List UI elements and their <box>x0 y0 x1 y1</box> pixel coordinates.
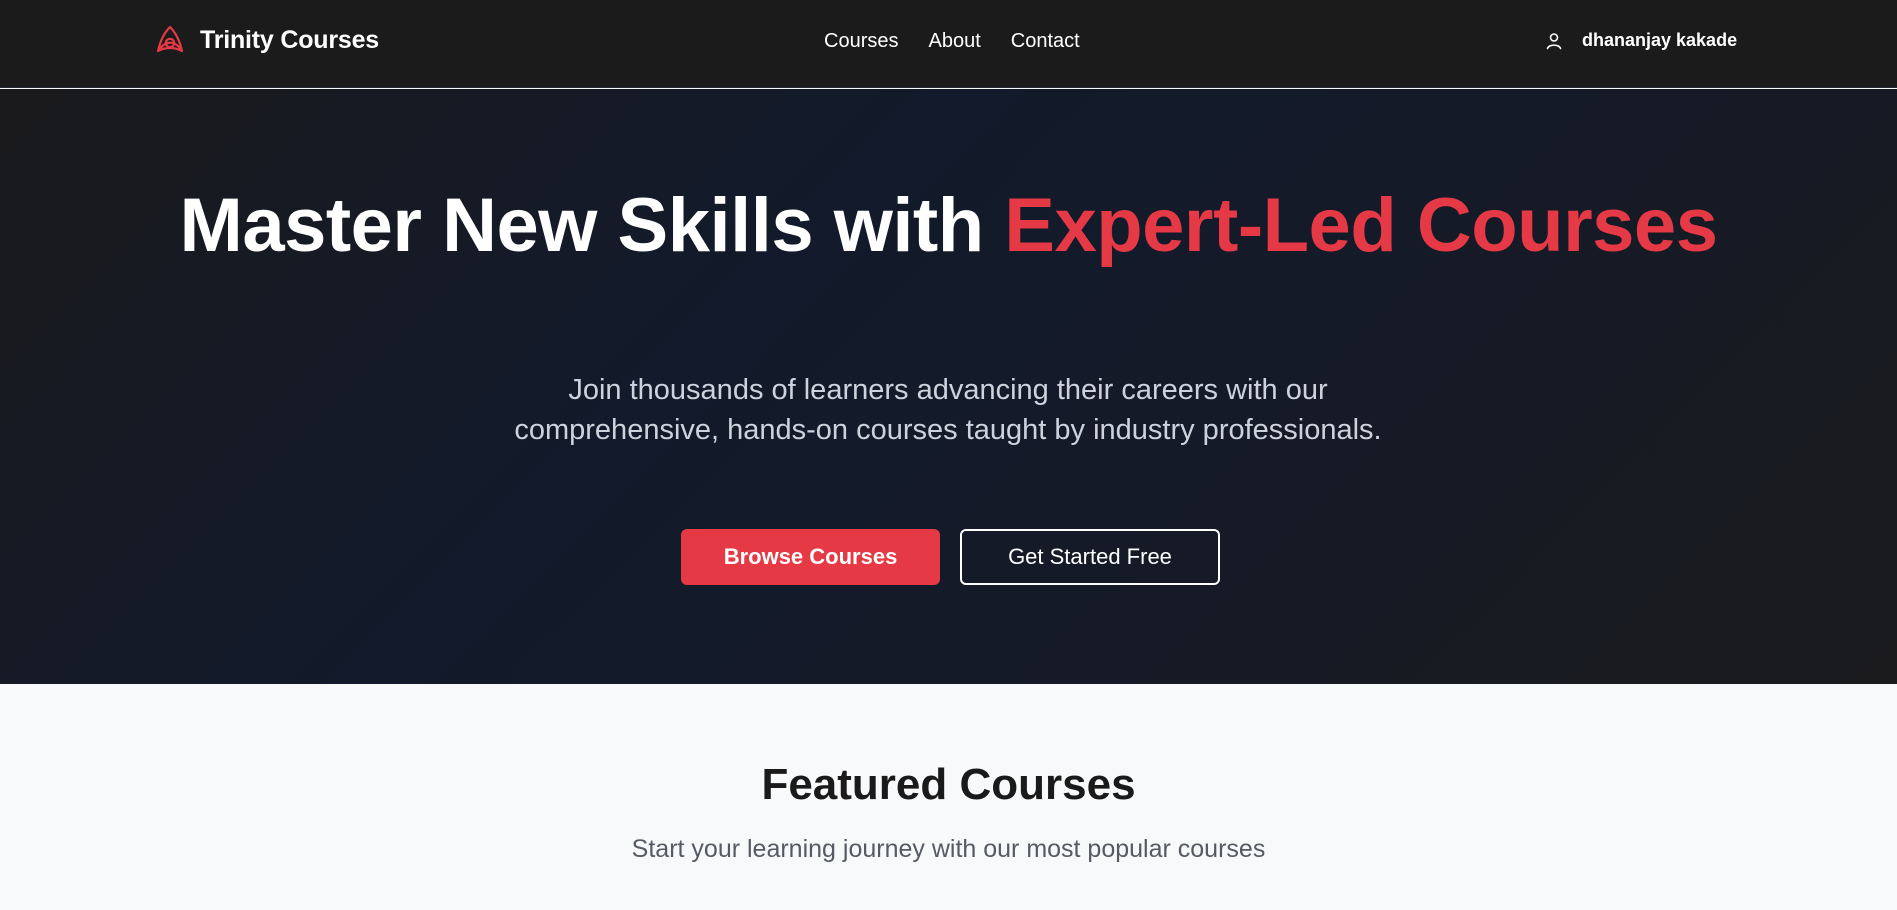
brand-name: Trinity Courses <box>200 25 379 54</box>
hero-title-main: Master New Skills with <box>179 183 1005 268</box>
hero-title: Master New Skills with Expert-Led Course… <box>0 187 1897 265</box>
nav-link-contact[interactable]: Contact <box>1011 30 1080 53</box>
triquetra-logo-icon <box>156 25 184 53</box>
brand-link[interactable]: Trinity Courses <box>154 24 379 56</box>
user-menu[interactable]: dhananjay kakade <box>1544 30 1737 51</box>
get-started-free-button[interactable]: Get Started Free <box>960 529 1220 585</box>
nav-link-about[interactable]: About <box>928 30 980 53</box>
user-icon <box>1546 32 1562 49</box>
hero-title-accent: Expert-Led Courses <box>1004 183 1718 268</box>
top-navbar: Trinity Courses Courses About Contact dh… <box>0 0 1897 88</box>
featured-title: Featured Courses <box>761 760 1136 809</box>
featured-courses-section: Featured Courses Start your learning jou… <box>0 684 1897 910</box>
main-nav: Courses About Contact <box>824 30 1080 53</box>
nav-link-courses[interactable]: Courses <box>824 30 898 53</box>
hero-subtitle: Join thousands of learners advancing the… <box>514 374 1382 446</box>
user-name: dhananjay kakade <box>1582 30 1738 50</box>
browse-courses-button[interactable]: Browse Courses <box>681 529 940 585</box>
hero-section: Master New Skills with Expert-Led Course… <box>0 89 1897 684</box>
featured-subtitle: Start your learning journey with our mos… <box>631 835 1266 863</box>
hero-actions: Browse Courses Get Started Free <box>681 529 1220 585</box>
